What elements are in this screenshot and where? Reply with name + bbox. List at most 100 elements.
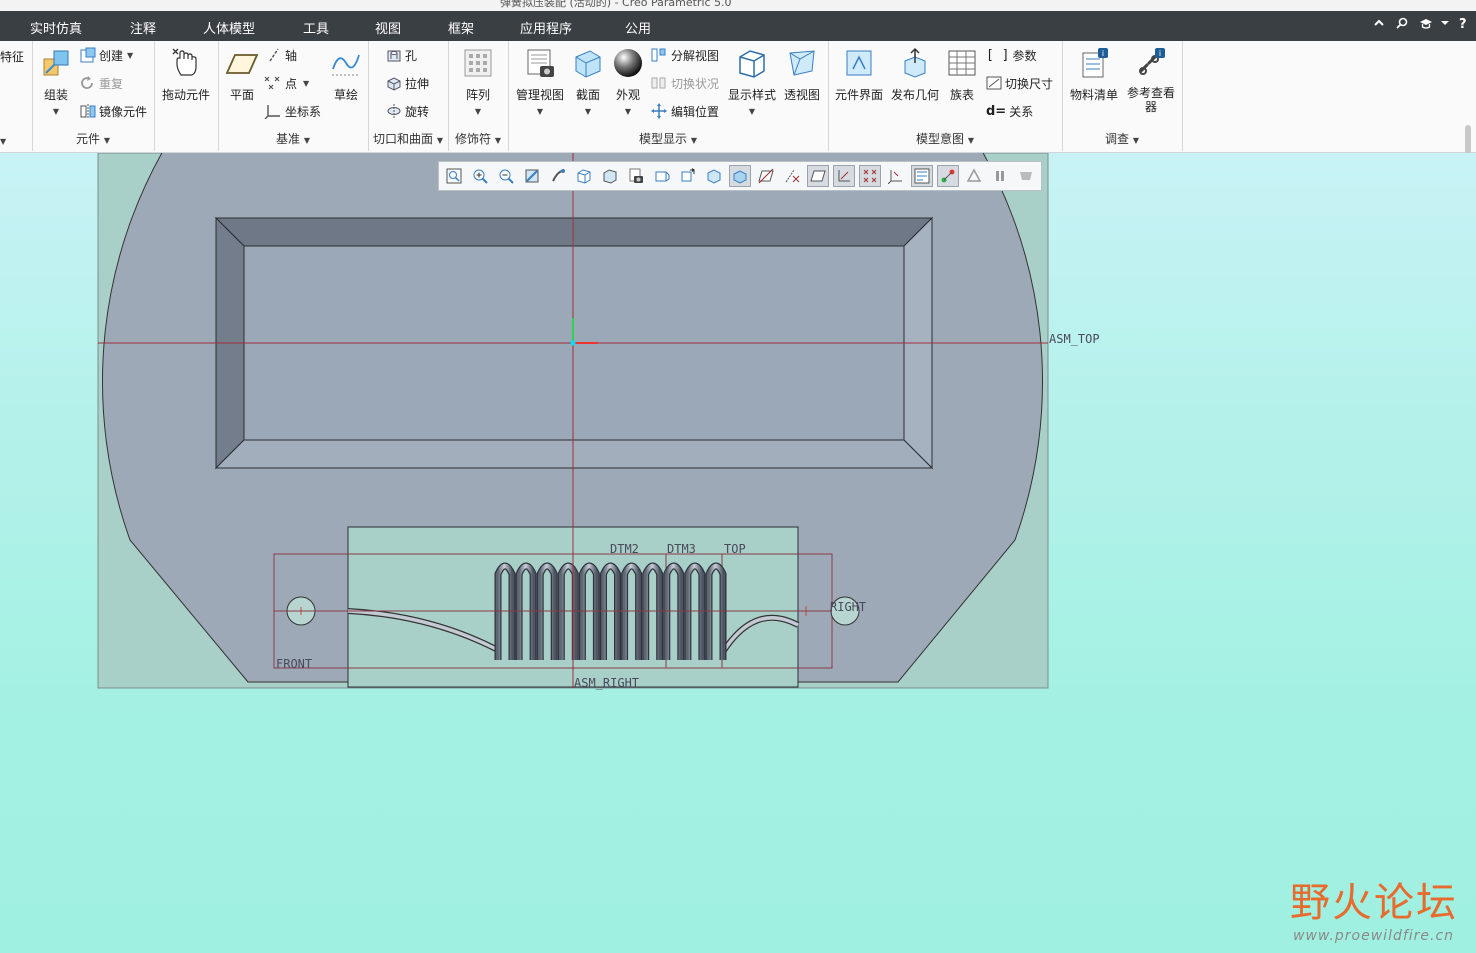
toggle-state-button[interactable]: 切换状况 bbox=[650, 73, 719, 93]
group-model-intent-label[interactable]: 模型意图 ▼ bbox=[828, 130, 1062, 147]
create-button[interactable]: 创建 ▼ bbox=[80, 45, 133, 65]
svg-text:i: i bbox=[1102, 49, 1104, 58]
pattern-icon bbox=[464, 49, 492, 77]
feature-dropdown[interactable]: ▼ bbox=[0, 133, 32, 147]
camera-icon[interactable] bbox=[625, 165, 647, 187]
hole-icon bbox=[387, 50, 401, 62]
pattern-button[interactable]: 阵列 ▼ bbox=[456, 47, 500, 117]
family-table-button[interactable]: 族表 bbox=[944, 47, 980, 103]
edit-position-button[interactable]: 编辑位置 bbox=[650, 101, 719, 121]
model-display-icon[interactable] bbox=[703, 165, 725, 187]
label-right: RIGHT bbox=[830, 600, 866, 614]
stop-icon[interactable] bbox=[1015, 165, 1037, 187]
revolve-button[interactable]: 旋转 bbox=[386, 101, 429, 121]
parameters-button[interactable]: [ ] 参数 bbox=[986, 45, 1037, 65]
annotation-display-icon[interactable] bbox=[859, 165, 881, 187]
group-modifier-label[interactable]: 修饰符 ▼ bbox=[448, 130, 508, 147]
section-view-icon[interactable] bbox=[651, 165, 673, 187]
tab-common[interactable]: 公用 bbox=[625, 18, 651, 37]
zoom-out-icon[interactable] bbox=[495, 165, 517, 187]
axis-display-icon[interactable] bbox=[781, 165, 803, 187]
minimize-ribbon-icon[interactable] bbox=[1373, 17, 1385, 33]
point-button[interactable]: 点 ▼ bbox=[264, 73, 309, 93]
group-component: 组装 ▼ 创建 ▼ 重复 镜像元件 元件 ▼ bbox=[32, 41, 155, 151]
model-view[interactable]: ASM_TOP DTM2 DTM3 TOP FRONT RIGHT ASM_RI… bbox=[0, 153, 1476, 953]
display-style-button[interactable]: 显示样式 ▼ bbox=[726, 47, 778, 117]
publish-geometry-button[interactable]: 发布几何 bbox=[888, 47, 942, 103]
csys-display-icon[interactable] bbox=[833, 165, 855, 187]
graphics-area[interactable]: ASM_TOP DTM2 DTM3 TOP FRONT RIGHT ASM_RI… bbox=[0, 153, 1476, 953]
mirror-component-button[interactable]: 镜像元件 bbox=[80, 101, 147, 121]
pause-icon[interactable] bbox=[989, 165, 1011, 187]
reference-viewer-button[interactable]: i 参考查看器 bbox=[1124, 47, 1178, 114]
appearance-display-icon[interactable] bbox=[963, 165, 985, 187]
csys-button[interactable]: 坐标系 bbox=[264, 101, 321, 121]
zoom-in-icon[interactable] bbox=[469, 165, 491, 187]
tab-applications[interactable]: 应用程序 bbox=[520, 18, 572, 37]
point-display-icon[interactable] bbox=[807, 165, 829, 187]
assemble-button[interactable]: 组装 ▼ bbox=[36, 47, 76, 117]
help-icon[interactable]: ? bbox=[1459, 17, 1467, 32]
search-icon[interactable] bbox=[1396, 17, 1408, 35]
csys-icon bbox=[264, 105, 280, 119]
plane-display-icon[interactable] bbox=[755, 165, 777, 187]
group-model-display: 管理视图 ▼ 截面 ▼ 外观 ▼ 分解视图 切换状况 编辑位置 显示样式 ▼ 透… bbox=[508, 41, 829, 151]
section-icon bbox=[575, 50, 601, 78]
switch-dimensions-icon bbox=[986, 76, 1002, 90]
component-interface-button[interactable]: 元件界面 bbox=[832, 47, 886, 103]
spin-center-display-icon[interactable] bbox=[885, 165, 907, 187]
tab-tools[interactable]: 工具 bbox=[303, 18, 329, 37]
view-manager-icon[interactable] bbox=[599, 165, 621, 187]
appearance-button[interactable]: 外观 ▼ bbox=[610, 47, 646, 117]
manage-views-icon bbox=[527, 49, 554, 77]
drag-component-button[interactable]: 拖动元件 bbox=[158, 47, 214, 103]
extrude-button[interactable]: 拉伸 bbox=[386, 73, 429, 93]
shading-icon[interactable] bbox=[729, 165, 751, 187]
perspective-icon bbox=[789, 50, 815, 76]
feature-button[interactable]: 特征 bbox=[0, 46, 24, 66]
group-model-display-label[interactable]: 模型显示 ▼ bbox=[508, 130, 828, 147]
tab-view[interactable]: 视图 bbox=[375, 18, 401, 37]
hole-button[interactable]: 孔 bbox=[386, 45, 417, 65]
tab-framework[interactable]: 框架 bbox=[448, 18, 474, 37]
family-table-icon bbox=[948, 50, 976, 76]
bom-icon: i bbox=[1082, 48, 1108, 78]
component-display-icon[interactable] bbox=[937, 165, 959, 187]
axis-button[interactable]: 轴 bbox=[266, 45, 297, 65]
exploded-view-button[interactable]: 分解视图 bbox=[650, 45, 719, 65]
tab-annotate[interactable]: 注释 bbox=[130, 18, 156, 37]
section-button[interactable]: 截面 ▼ bbox=[570, 47, 606, 117]
spin-icon[interactable] bbox=[677, 165, 699, 187]
tab-manikin[interactable]: 人体模型 bbox=[203, 18, 255, 37]
group-datum-label[interactable]: 基准 ▼ bbox=[218, 130, 368, 147]
tab-realtime-sim[interactable]: 实时仿真 bbox=[30, 18, 82, 37]
manage-views-button[interactable]: 管理视图 ▼ bbox=[512, 47, 568, 117]
refit-icon[interactable] bbox=[443, 165, 465, 187]
label-top: TOP bbox=[724, 542, 746, 556]
saved-orientations-icon[interactable] bbox=[573, 165, 595, 187]
repaint-icon[interactable] bbox=[521, 165, 543, 187]
relations-button[interactable]: d= 关系 bbox=[986, 101, 1033, 121]
edit-position-icon bbox=[651, 103, 667, 119]
group-component-label[interactable]: 元件 ▼ bbox=[32, 130, 154, 147]
group-cut-surface-label[interactable]: 切口和曲面 ▼ bbox=[368, 130, 448, 147]
group-model-intent: 元件界面 发布几何 族表 [ ] 参数 切换尺寸 d= 关系 模型意图 ▼ bbox=[828, 41, 1063, 151]
bom-button[interactable]: i 物料清单 bbox=[1066, 47, 1122, 103]
chevron-down-icon[interactable] bbox=[1440, 17, 1450, 32]
watermark-url: www.proewildfire.cn bbox=[1293, 928, 1455, 944]
ribbon: 特征 ▼ 组装 ▼ 创建 ▼ 重复 镜像元件 元件 ▼ 拖动元件 平面 轴 点 … bbox=[0, 41, 1476, 181]
plane-button[interactable]: 平面 bbox=[222, 47, 262, 103]
switch-dimensions-button[interactable]: 切换尺寸 bbox=[986, 73, 1053, 93]
group-investigate-label[interactable]: 调查 ▼ bbox=[1062, 130, 1182, 147]
perspective-button[interactable]: 透视图 bbox=[780, 47, 824, 103]
datum-display-filters-icon[interactable] bbox=[911, 165, 933, 187]
csys-origin bbox=[570, 340, 576, 346]
spin-center-icon[interactable] bbox=[547, 165, 569, 187]
relations-icon: d= bbox=[986, 103, 1007, 119]
axis-icon bbox=[269, 48, 279, 62]
sketch-button[interactable]: 草绘 bbox=[326, 47, 366, 103]
sketch-icon bbox=[332, 54, 360, 76]
learning-icon[interactable] bbox=[1419, 17, 1433, 33]
watermark-logo: 野火论坛 bbox=[1290, 880, 1458, 926]
repeat-button[interactable]: 重复 bbox=[80, 73, 123, 93]
